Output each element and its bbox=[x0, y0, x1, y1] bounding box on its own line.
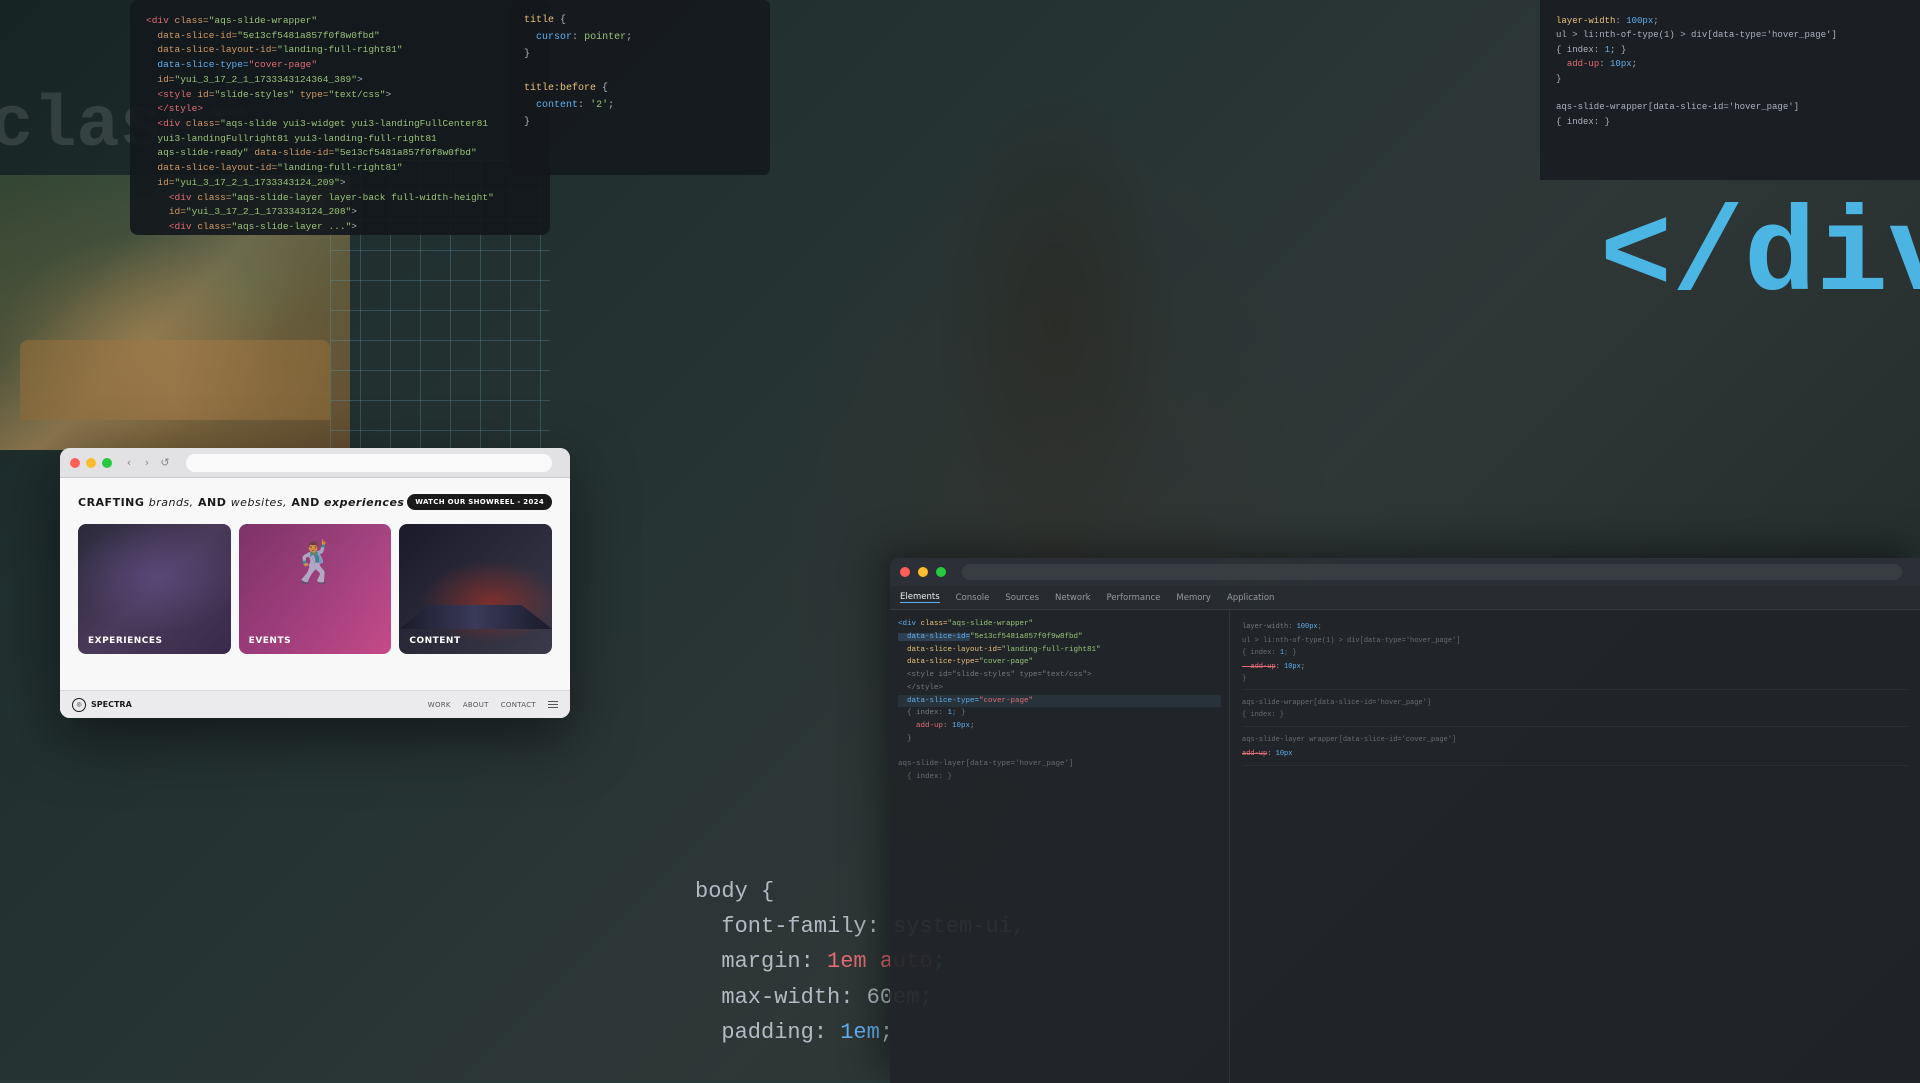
browser-content: CRAFTING brands, AND websites, AND exper… bbox=[60, 478, 570, 718]
car-shape bbox=[399, 599, 552, 629]
browser-forward-icon[interactable]: › bbox=[140, 456, 154, 470]
site-nav: WORK ABOUT CONTACT bbox=[428, 701, 558, 709]
devtools-close-dot[interactable] bbox=[900, 567, 910, 577]
site-headline: CRAFTING brands, AND websites, AND exper… bbox=[78, 494, 552, 510]
div-close-text: </div bbox=[1600, 190, 1920, 326]
browser-minimize-dot[interactable] bbox=[86, 458, 96, 468]
logo-icon: ◎ bbox=[72, 698, 86, 712]
devtools-right-panel: layer-width: 100px; ul > li:nth-of-type(… bbox=[1230, 610, 1920, 1083]
code-panel-topleft: <div class="aqs-slide-wrapper" data-slic… bbox=[130, 0, 550, 235]
browser-nav-icons: ‹ › ↺ bbox=[122, 456, 172, 470]
devtools-panel: Elements Console Sources Network Perform… bbox=[890, 558, 1920, 1083]
code-panel-topcenter: title { cursor: pointer; } title:before … bbox=[510, 0, 770, 175]
experiences-card-label: EXPERIENCES bbox=[88, 636, 163, 646]
devtools-addressbar[interactable] bbox=[962, 564, 1902, 580]
headline-and1: AND bbox=[194, 496, 231, 509]
nav-menu-icon[interactable] bbox=[548, 701, 558, 709]
devtools-styles-section3: aqs-slide-layer wrapper[data-slice-id='c… bbox=[1242, 731, 1908, 766]
content-card-label: CONTENT bbox=[409, 636, 460, 646]
devtools-tab-elements[interactable]: Elements bbox=[900, 592, 940, 603]
devtools-styles-section1: layer-width: 100px; ul > li:nth-of-type(… bbox=[1242, 618, 1908, 690]
events-card[interactable]: EVENTS bbox=[239, 524, 392, 654]
nav-about[interactable]: ABOUT bbox=[463, 701, 489, 709]
browser-window: ‹ › ↺ CRAFTING brands, AND websites, AND… bbox=[60, 448, 570, 718]
logo-text: SPECTRA bbox=[91, 700, 132, 709]
headline-brands: brands, bbox=[149, 496, 194, 509]
code-panel-topright: layer-width: 100px; ul > li:nth-of-type(… bbox=[1540, 0, 1920, 180]
devtools-titlebar bbox=[890, 558, 1920, 586]
devtools-tab-console[interactable]: Console bbox=[956, 593, 990, 603]
devtools-tab-memory[interactable]: Memory bbox=[1176, 593, 1211, 603]
headline-websites: websites, bbox=[231, 496, 287, 509]
headline-crafting: CRAFTING bbox=[78, 496, 149, 509]
devtools-styles-section2: aqs-slide-wrapper[data-slice-id='hover_p… bbox=[1242, 694, 1908, 727]
devtools-body: <div class="aqs-slide-wrapper" data-slic… bbox=[890, 610, 1920, 1083]
devtools-tab-sources[interactable]: Sources bbox=[1005, 593, 1039, 603]
devtools-minimize-dot[interactable] bbox=[918, 567, 928, 577]
devtools-tab-network[interactable]: Network bbox=[1055, 593, 1091, 603]
nav-contact[interactable]: CONTACT bbox=[501, 701, 536, 709]
watch-showreel-button[interactable]: WATCH OUR SHOWREEL - 2024 bbox=[407, 494, 552, 510]
browser-refresh-icon[interactable]: ↺ bbox=[158, 456, 172, 470]
browser-titlebar: ‹ › ↺ bbox=[60, 448, 570, 478]
site-logo: ◎ SPECTRA bbox=[72, 698, 132, 712]
browser-close-dot[interactable] bbox=[70, 458, 80, 468]
site-cards: EXPERIENCES EVENTS CONTENT bbox=[78, 524, 552, 654]
content-card[interactable]: CONTENT bbox=[399, 524, 552, 654]
devtools-left-panel: <div class="aqs-slide-wrapper" data-slic… bbox=[890, 610, 1230, 1083]
nav-work[interactable]: WORK bbox=[428, 701, 451, 709]
devtools-tab-performance[interactable]: Performance bbox=[1107, 593, 1161, 603]
room-furniture bbox=[20, 340, 330, 420]
events-card-label: EVENTS bbox=[249, 636, 291, 646]
browser-addressbar[interactable] bbox=[186, 454, 552, 472]
headline-experiences: experiences bbox=[324, 496, 404, 509]
devtools-tabs: Elements Console Sources Network Perform… bbox=[890, 586, 1920, 610]
browser-maximize-dot[interactable] bbox=[102, 458, 112, 468]
devtools-tab-application[interactable]: Application bbox=[1227, 593, 1275, 603]
devtools-maximize-dot[interactable] bbox=[936, 567, 946, 577]
site-footer: ◎ SPECTRA WORK ABOUT CONTACT bbox=[60, 690, 570, 718]
headline-text: CRAFTING brands, AND websites, AND exper… bbox=[78, 496, 404, 509]
browser-back-icon[interactable]: ‹ bbox=[122, 456, 136, 470]
experiences-card[interactable]: EXPERIENCES bbox=[78, 524, 231, 654]
